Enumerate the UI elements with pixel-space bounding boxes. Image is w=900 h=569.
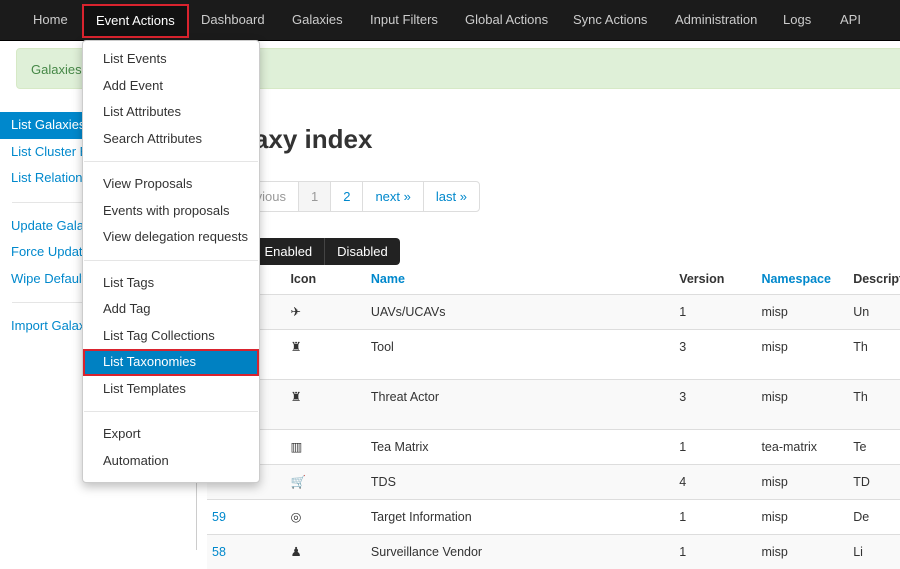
galaxy-namespace: misp: [756, 378, 849, 429]
table-row: ✈ UAVs/UCAVs 1 misp Un: [207, 293, 900, 329]
galaxy-id[interactable]: 59: [207, 498, 286, 534]
menu-item-list-taxonomies[interactable]: List Taxonomies: [83, 349, 259, 376]
galaxy-description: Th: [848, 378, 900, 429]
menu-item-add-event[interactable]: Add Event: [83, 73, 259, 100]
menu-item-automation[interactable]: Automation: [83, 448, 259, 475]
plane-icon: ✈: [285, 293, 366, 329]
alert-text: Galaxies: [31, 62, 82, 77]
page-link[interactable]: next »: [362, 182, 422, 211]
nav-event-actions[interactable]: Event Actions: [82, 4, 189, 38]
menu-item-list-tag-collections[interactable]: List Tag Collections: [83, 323, 259, 350]
galaxy-version: 1: [674, 533, 757, 569]
nav-administration[interactable]: Administration: [675, 0, 757, 40]
galaxy-version: 1: [674, 428, 757, 464]
header-name[interactable]: Name: [365, 264, 675, 295]
galaxy-version: 1: [674, 498, 757, 534]
nav-galaxies[interactable]: Galaxies: [292, 0, 343, 40]
galaxy-name: Target Information: [365, 498, 675, 534]
table-row: 58 ♟ Surveillance Vendor 1 misp Li: [207, 533, 900, 569]
galaxy-namespace: misp: [756, 533, 849, 569]
user-tie-icon: ♟: [285, 533, 366, 569]
cart-icon: 🛒: [285, 463, 366, 499]
galaxy-namespace: tea-matrix: [756, 428, 849, 464]
filter-enabled[interactable]: Enabled: [251, 238, 324, 265]
table-row: ♜ Tool 3 misp Th: [207, 328, 900, 379]
galaxy-version: 3: [674, 328, 757, 379]
event-actions-dropdown: List Events Add Event List Attributes Searc…: [82, 40, 260, 483]
menu-item-events-with-proposals[interactable]: Events with proposals: [83, 198, 259, 225]
galaxy-version: 1: [674, 293, 757, 329]
menu-item-add-tag[interactable]: Add Tag: [83, 296, 259, 323]
galaxy-id[interactable]: 58: [207, 533, 286, 569]
table-row: ♜ Threat Actor 3 misp Th: [207, 378, 900, 429]
galaxy-namespace: misp: [756, 328, 849, 379]
galaxy-name: Surveillance Vendor: [365, 533, 675, 569]
galaxy-description: Li: [848, 533, 900, 569]
galaxy-description: Th: [848, 328, 900, 379]
menu-item-list-templates[interactable]: List Templates: [83, 376, 259, 403]
map-icon: ▥: [285, 428, 366, 464]
menu-item-export[interactable]: Export: [83, 421, 259, 448]
menu-item-search-attributes[interactable]: Search Attributes: [83, 126, 259, 153]
menu-item-list-tags[interactable]: List Tags: [83, 270, 259, 297]
menu-item-list-events[interactable]: List Events: [83, 46, 259, 73]
header-icon: Icon: [285, 264, 366, 295]
menu-item-list-attributes[interactable]: List Attributes: [83, 99, 259, 126]
menu-item-view-proposals[interactable]: View Proposals: [83, 171, 259, 198]
galaxy-name: Threat Actor: [365, 378, 675, 429]
nav-logs[interactable]: Logs: [783, 0, 811, 40]
nav-global-actions[interactable]: Global Actions: [465, 0, 548, 40]
divider: [84, 411, 258, 412]
header-description: Description: [848, 264, 900, 295]
user-secret-icon: ♜: [285, 378, 366, 429]
galaxy-namespace: misp: [756, 498, 849, 534]
galaxy-name: Tool: [365, 328, 675, 379]
galaxy-description: TD: [848, 463, 900, 499]
table-row: 59 ◎ Target Information 1 misp De: [207, 498, 900, 534]
table-row: 🛒 TDS 4 misp TD: [207, 463, 900, 499]
target-icon: ◎: [285, 498, 366, 534]
galaxy-version: 4: [674, 463, 757, 499]
galaxy-description: Un: [848, 293, 900, 329]
galaxy-version: 3: [674, 378, 757, 429]
header-version: Version: [674, 264, 757, 295]
nav-input-filters[interactable]: Input Filters: [370, 0, 438, 40]
nav-home[interactable]: Home: [33, 0, 68, 40]
page-link[interactable]: last »: [422, 182, 479, 211]
galaxy-namespace: misp: [756, 463, 849, 499]
nav-dashboard[interactable]: Dashboard: [201, 0, 265, 40]
page-link[interactable]: 1: [297, 182, 331, 211]
menu-item-view-delegation-requests[interactable]: View delegation requests: [83, 224, 259, 251]
navbar: Home Event Actions Dashboard Galaxies Input …: [0, 0, 900, 41]
nav-sync-actions[interactable]: Sync Actions: [573, 0, 647, 40]
galaxy-description: Te: [848, 428, 900, 464]
header-namespace[interactable]: Namespace: [756, 264, 849, 295]
divider: [84, 161, 258, 162]
galaxy-name: Tea Matrix: [365, 428, 675, 464]
nav-api[interactable]: API: [840, 0, 861, 40]
divider: [84, 259, 258, 261]
galaxy-name: UAVs/UCAVs: [365, 293, 675, 329]
galaxy-name: TDS: [365, 463, 675, 499]
table-row: ▥ Tea Matrix 1 tea-matrix Te: [207, 428, 900, 464]
galaxy-namespace: misp: [756, 293, 849, 329]
filter-disabled[interactable]: Disabled: [324, 238, 400, 265]
galaxy-description: De: [848, 498, 900, 534]
galaxy-table: IdIconNameVersionNamespaceDescription✈UA…: [207, 264, 900, 569]
page-link[interactable]: 2: [330, 182, 362, 211]
user-secret-icon: ♜: [285, 328, 366, 379]
